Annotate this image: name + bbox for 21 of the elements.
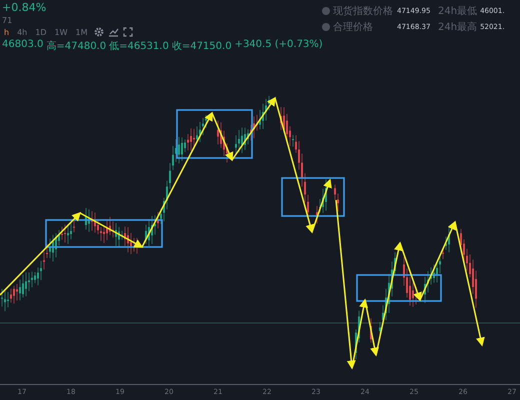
- timeframe-tab[interactable]: 1D: [33, 28, 48, 36]
- ohlc-value: +340.5 (+0.73%): [234, 39, 323, 52]
- timeframe-tab[interactable]: 4h: [15, 28, 30, 36]
- price-subtitle: 71: [2, 16, 14, 25]
- settings-icon[interactable]: [94, 27, 104, 37]
- highlight-box: [281, 177, 345, 217]
- timeframe-tab[interactable]: h: [2, 28, 12, 36]
- price-change: +0.84%: [2, 1, 48, 14]
- timeframe-tab[interactable]: 1M: [74, 28, 90, 36]
- timeframe-tab[interactable]: 1W: [52, 28, 70, 36]
- ohlc-value: 46803.0: [2, 39, 44, 52]
- ohlc-value: 低=46531.0: [109, 40, 169, 53]
- ohlc-value: 高=47480.0: [46, 40, 106, 53]
- stat-label: 合理价格: [333, 20, 374, 34]
- chart-icon[interactable]: [108, 27, 118, 37]
- stat-label: 现货指数价格: [333, 4, 394, 18]
- ohlc-value: 收=47150.0: [172, 40, 232, 53]
- stat-label: 24h最低: [438, 5, 478, 18]
- stat-label: 24h最高: [438, 20, 478, 34]
- fullscreen-icon[interactable]: [122, 27, 132, 37]
- candlestick: [370, 318, 372, 343]
